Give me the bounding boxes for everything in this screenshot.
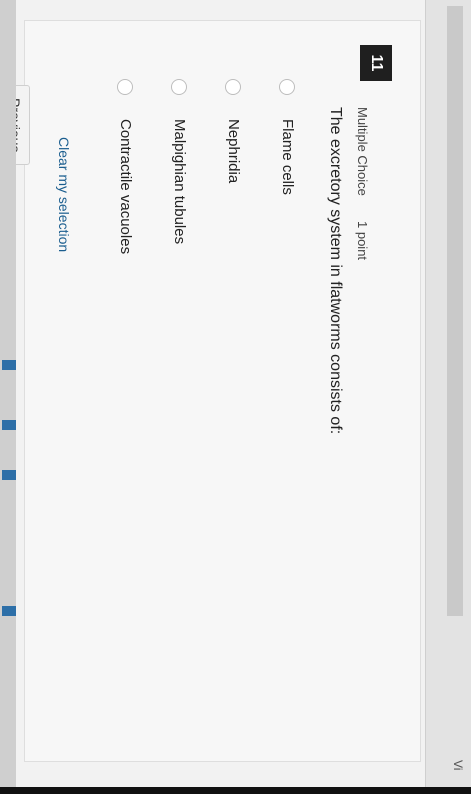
tab-marker[interactable] [2,606,16,616]
question-text: The excretory system in flatworms consis… [327,107,344,435]
quiz-page: 11 Multiple Choice 1 point The excretory… [0,0,471,794]
tab-marker[interactable] [2,420,16,430]
tab-marker[interactable] [2,470,16,480]
option-label: Malpighian tubules [171,119,188,245]
side-panel-edge [0,0,16,794]
question-number: 11 [360,45,392,81]
question-points: 1 point [355,221,370,261]
corner-label: Vi [451,760,465,771]
option-malpighian-tubules[interactable]: Malpighian tubules [171,79,188,244]
top-toolbar-strip [425,0,471,794]
option-contractile-vacuoles[interactable]: Contractile vacuoles [117,79,134,254]
toolbar-bar [447,6,463,616]
option-flame-cells[interactable]: Flame cells [279,79,296,195]
option-label: Contractile vacuoles [117,119,134,255]
radio-button[interactable] [171,79,188,95]
question-type: Multiple Choice [355,107,370,196]
radio-button[interactable] [279,79,296,95]
option-label: Nephridia [225,119,242,184]
option-nephridia[interactable]: Nephridia [225,79,242,183]
tab-marker[interactable] [2,360,16,370]
radio-button[interactable] [117,79,134,95]
radio-button[interactable] [225,79,242,95]
clear-selection-link[interactable]: Clear my selection [56,137,72,252]
question-card: 11 Multiple Choice 1 point The excretory… [0,20,421,762]
screen: 11 Multiple Choice 1 point The excretory… [0,0,471,794]
screen-bottom-bar [0,787,471,794]
option-label: Flame cells [279,119,296,195]
